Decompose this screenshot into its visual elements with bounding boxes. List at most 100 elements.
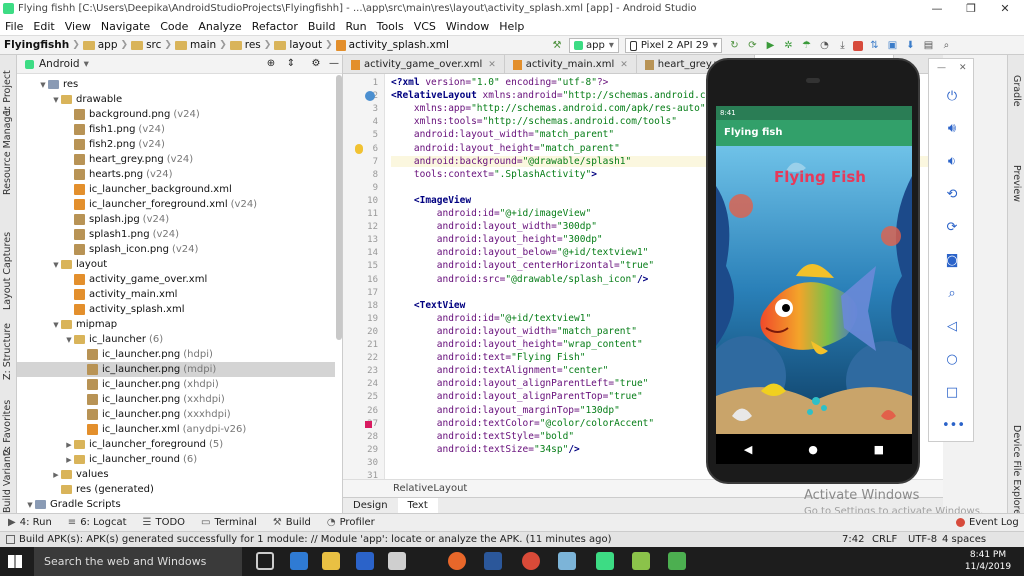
left-tool-tab[interactable]: Z: Structure <box>2 323 13 380</box>
tree-item[interactable]: ic_launcher.png (xxhdpi) <box>17 392 335 407</box>
close-button[interactable]: ✕ <box>988 0 1022 17</box>
collapse-all-icon[interactable]: ⇕ <box>284 57 298 71</box>
android-studio-taskbar-icon[interactable] <box>596 552 614 570</box>
attach-debugger-icon[interactable]: ⤓ <box>835 39 849 53</box>
emulator-taskbar-icon[interactable] <box>632 552 650 570</box>
task-view-icon[interactable] <box>256 552 274 570</box>
tree-item[interactable]: hearts.png (v24) <box>17 167 335 182</box>
tree-item[interactable]: activity_splash.xml <box>17 302 335 317</box>
toolwindow-button[interactable]: ⚒ Build <box>273 517 311 528</box>
minimize-button[interactable]: — <box>920 0 954 17</box>
chrome-icon[interactable] <box>522 552 540 570</box>
coverage-icon[interactable]: ☂ <box>799 39 813 53</box>
editor-tab[interactable]: activity_main.xml ✕ <box>505 55 637 74</box>
tree-item[interactable]: ▼ res <box>17 77 335 92</box>
menu-refactor[interactable]: Refactor <box>247 20 303 33</box>
mail-icon[interactable] <box>388 552 406 570</box>
taskbar-clock[interactable]: 8:41 PM 11/4/2019 <box>960 549 1016 573</box>
tree-item[interactable]: ▶ values <box>17 467 335 482</box>
chevron-down-icon[interactable]: ▼ <box>51 96 61 104</box>
store-icon[interactable] <box>356 552 374 570</box>
tree-item[interactable]: splash1.png (v24) <box>17 227 335 242</box>
taskbar-search[interactable]: Search the web and Windows <box>34 547 242 576</box>
crumb-item[interactable]: layout <box>274 39 322 51</box>
recents-icon[interactable]: ■ <box>874 443 884 456</box>
crumb-item[interactable]: Flyingfishh <box>4 39 69 51</box>
stop-icon[interactable] <box>853 40 864 51</box>
rotate-right-icon[interactable]: ⟳ <box>942 218 962 238</box>
tree-item[interactable]: ic_launcher.png (xxxhdpi) <box>17 407 335 422</box>
file-explorer-icon[interactable] <box>322 552 340 570</box>
windows-start-icon[interactable] <box>8 555 22 568</box>
tree-item[interactable]: ▶ ic_launcher_round (6) <box>17 452 335 467</box>
search-everywhere-icon[interactable]: ⌕ <box>939 39 953 53</box>
chevron-down-icon[interactable]: ▼ <box>51 261 61 269</box>
left-tool-tab[interactable]: Resource Manager <box>2 107 13 195</box>
toolwindow-button[interactable]: ▶ 4: Run <box>8 517 52 528</box>
crumb-item[interactable]: app <box>82 39 118 51</box>
crumb-item[interactable]: activity_splash.xml <box>335 39 449 51</box>
emulator-screen[interactable]: 8:41 Flying fish Flying Fish <box>716 106 912 434</box>
back-icon[interactable]: ◀ <box>744 443 752 456</box>
project-view-mode[interactable]: Android <box>39 58 80 70</box>
chevron-down-icon[interactable]: ▼ <box>38 81 48 89</box>
tree-item[interactable]: ▼ Gradle Scripts <box>17 497 335 512</box>
word-icon[interactable] <box>484 552 502 570</box>
emulator-close-button[interactable]: ✕ <box>959 63 967 73</box>
hammer-icon[interactable]: ⚒ <box>550 39 564 53</box>
tree-item[interactable]: ic_launcher.xml (anydpi-v26) <box>17 422 335 437</box>
event-log-button[interactable]: Event Log <box>956 517 1019 528</box>
overview-icon[interactable]: □ <box>942 383 962 403</box>
debug-icon[interactable]: ✲ <box>781 39 795 53</box>
tree-item[interactable]: activity_game_over.xml <box>17 272 335 287</box>
indent-setting[interactable]: 4 spaces <box>942 534 986 545</box>
apply-changes-icon[interactable]: ↻ <box>727 39 741 53</box>
tree-item[interactable]: activity_main.xml <box>17 287 335 302</box>
menu-build[interactable]: Build <box>303 20 341 33</box>
editor-tab[interactable]: activity_game_over.xml ✕ <box>343 55 505 74</box>
edge-icon[interactable] <box>290 552 308 570</box>
tree-item[interactable]: ▼ mipmap <box>17 317 335 332</box>
tree-item[interactable]: splash_icon.png (v24) <box>17 242 335 257</box>
crumb-item[interactable]: main <box>174 39 216 51</box>
lightbulb-icon[interactable] <box>355 143 363 154</box>
apply-code-changes-icon[interactable]: ⟳ <box>745 39 759 53</box>
firefox-icon[interactable] <box>448 552 466 570</box>
tree-item[interactable]: splash.jpg (v24) <box>17 212 335 227</box>
toolwindow-button[interactable]: ≡ 6: Logcat <box>68 517 127 528</box>
notepad-icon[interactable] <box>558 552 576 570</box>
sdk-manager-icon[interactable]: ⬇ <box>903 39 917 53</box>
layout-inspector-icon[interactable]: ▤ <box>921 39 935 53</box>
maximize-button[interactable]: ❐ <box>954 0 988 17</box>
screenshot-icon[interactable]: ◙ <box>942 251 962 271</box>
emulator-minimize-button[interactable]: — <box>937 63 946 73</box>
menu-edit[interactable]: Edit <box>28 20 59 33</box>
tree-item[interactable]: ic_launcher_background.xml <box>17 182 335 197</box>
menu-vcs[interactable]: VCS <box>409 20 441 33</box>
avd-manager-icon[interactable]: ▣ <box>885 39 899 53</box>
chevron-down-icon[interactable]: ▼ <box>64 336 74 344</box>
rotate-left-icon[interactable]: ⟲ <box>942 185 962 205</box>
tree-item[interactable]: ▼ drawable <box>17 92 335 107</box>
home-icon[interactable]: ● <box>808 443 818 456</box>
color-swatch-icon[interactable] <box>365 420 372 428</box>
left-tool-tab[interactable]: Layout Captures <box>2 232 13 310</box>
back-icon[interactable]: ◁ <box>942 317 962 337</box>
tree-item[interactable]: background.png (v24) <box>17 107 335 122</box>
right-tool-tab[interactable]: Preview <box>1011 165 1022 202</box>
left-tool-tab[interactable]: Build Variants <box>2 447 13 513</box>
power-icon[interactable]: ⏻ <box>942 87 962 107</box>
app-taskbar-icon[interactable] <box>668 552 686 570</box>
file-encoding[interactable]: UTF-8 <box>908 534 937 545</box>
crumb-item[interactable]: res <box>229 39 261 51</box>
sync-gradle-icon[interactable]: ⇅ <box>867 39 881 53</box>
close-tab-icon[interactable]: ✕ <box>620 60 628 70</box>
zoom-icon[interactable]: ⌕ <box>942 284 962 304</box>
tree-item[interactable]: ▼ layout <box>17 257 335 272</box>
toolwindow-button[interactable]: ▭ Terminal <box>201 517 257 528</box>
profile-icon[interactable]: ◔ <box>817 39 831 53</box>
chevron-down-icon[interactable]: ▼ <box>25 501 35 509</box>
menu-help[interactable]: Help <box>494 20 529 33</box>
tree-item[interactable]: ic_launcher.png (xhdpi) <box>17 377 335 392</box>
tree-item[interactable]: ▼ ic_launcher (6) <box>17 332 335 347</box>
